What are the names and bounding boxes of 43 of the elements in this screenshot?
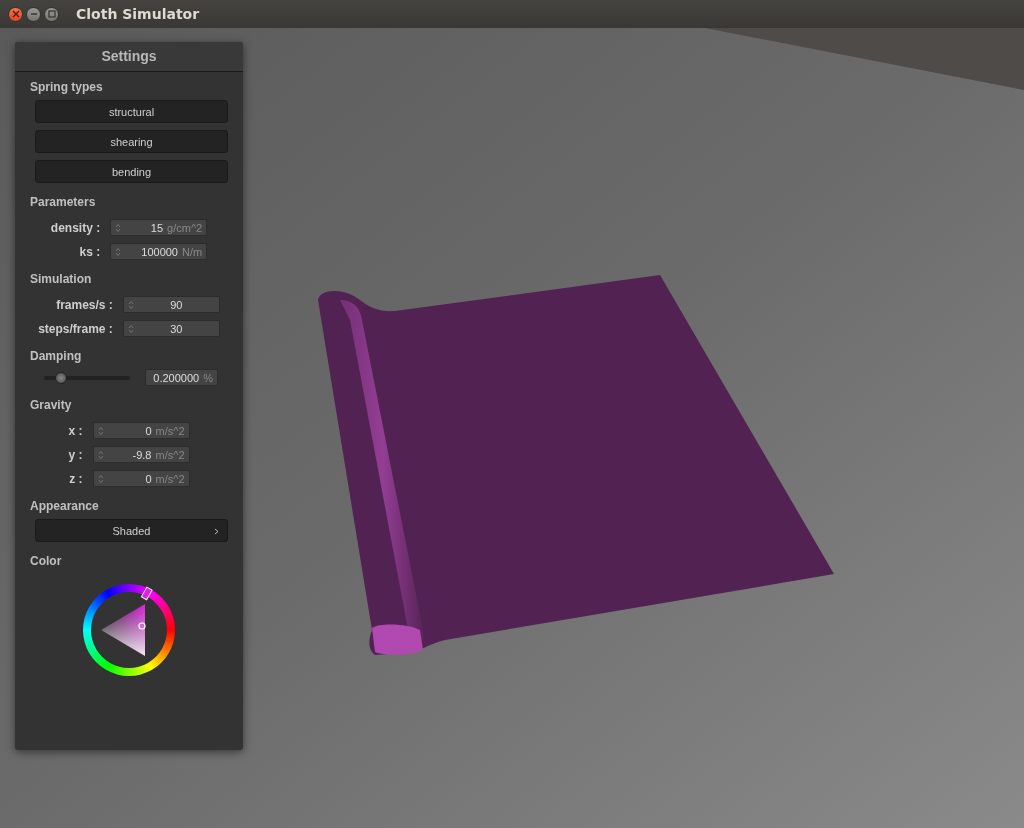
number-field[interactable]: 0 m/s^2 <box>92 470 190 487</box>
section-heading: Parameters <box>30 195 97 209</box>
field-label: density : <box>50 220 101 235</box>
field-label: z : <box>68 471 83 486</box>
number-field[interactable]: 15 g/cm^2 <box>110 219 208 236</box>
section-heading: Spring types <box>30 80 104 94</box>
panel-title: Settings <box>15 42 243 72</box>
section-heading: Appearance <box>30 499 100 513</box>
section-heading: Simulation <box>30 272 93 286</box>
close-button[interactable] <box>8 6 23 22</box>
field-label: frames/s : <box>55 297 113 312</box>
field-label: ks : <box>78 244 101 259</box>
number-field[interactable]: 100000 N/m <box>110 243 208 260</box>
number-field[interactable]: 0 m/s^2 <box>92 422 190 439</box>
section-heading: Damping <box>30 349 83 363</box>
spinner-icon <box>127 323 134 334</box>
number-field[interactable]: 90 <box>122 296 220 313</box>
spring-type-button[interactable]: shearing <box>35 130 228 153</box>
field-label: x : <box>68 423 83 438</box>
maximize-button[interactable] <box>44 6 59 22</box>
field-label: steps/frame : <box>38 321 113 336</box>
close-icon <box>11 10 20 18</box>
number-field[interactable]: -9.8 m/s^2 <box>92 446 190 463</box>
maximize-icon <box>47 10 56 18</box>
section-heading: Color <box>30 554 63 568</box>
spring-type-button[interactable]: structural <box>35 100 228 123</box>
number-field[interactable]: 30 <box>122 320 220 337</box>
spinner-icon <box>115 222 122 233</box>
spinner-icon <box>97 425 104 436</box>
spinner-icon <box>97 449 104 460</box>
spinner-icon <box>127 299 134 310</box>
damping-field[interactable]: 0.200000 % <box>145 369 218 386</box>
spinner-icon <box>97 473 104 484</box>
spinner-icon <box>115 246 122 257</box>
minimize-button[interactable] <box>26 6 41 22</box>
field-label: y : <box>68 447 83 462</box>
spring-type-button[interactable]: bending <box>35 160 228 183</box>
chevron-icon <box>214 528 219 535</box>
minimize-icon <box>29 10 38 18</box>
slider-thumb[interactable] <box>55 371 68 384</box>
appearance-dropdown[interactable]: Shaded <box>35 519 228 542</box>
window-title: Cloth Simulator <box>76 6 200 22</box>
section-heading: Gravity <box>30 398 73 412</box>
